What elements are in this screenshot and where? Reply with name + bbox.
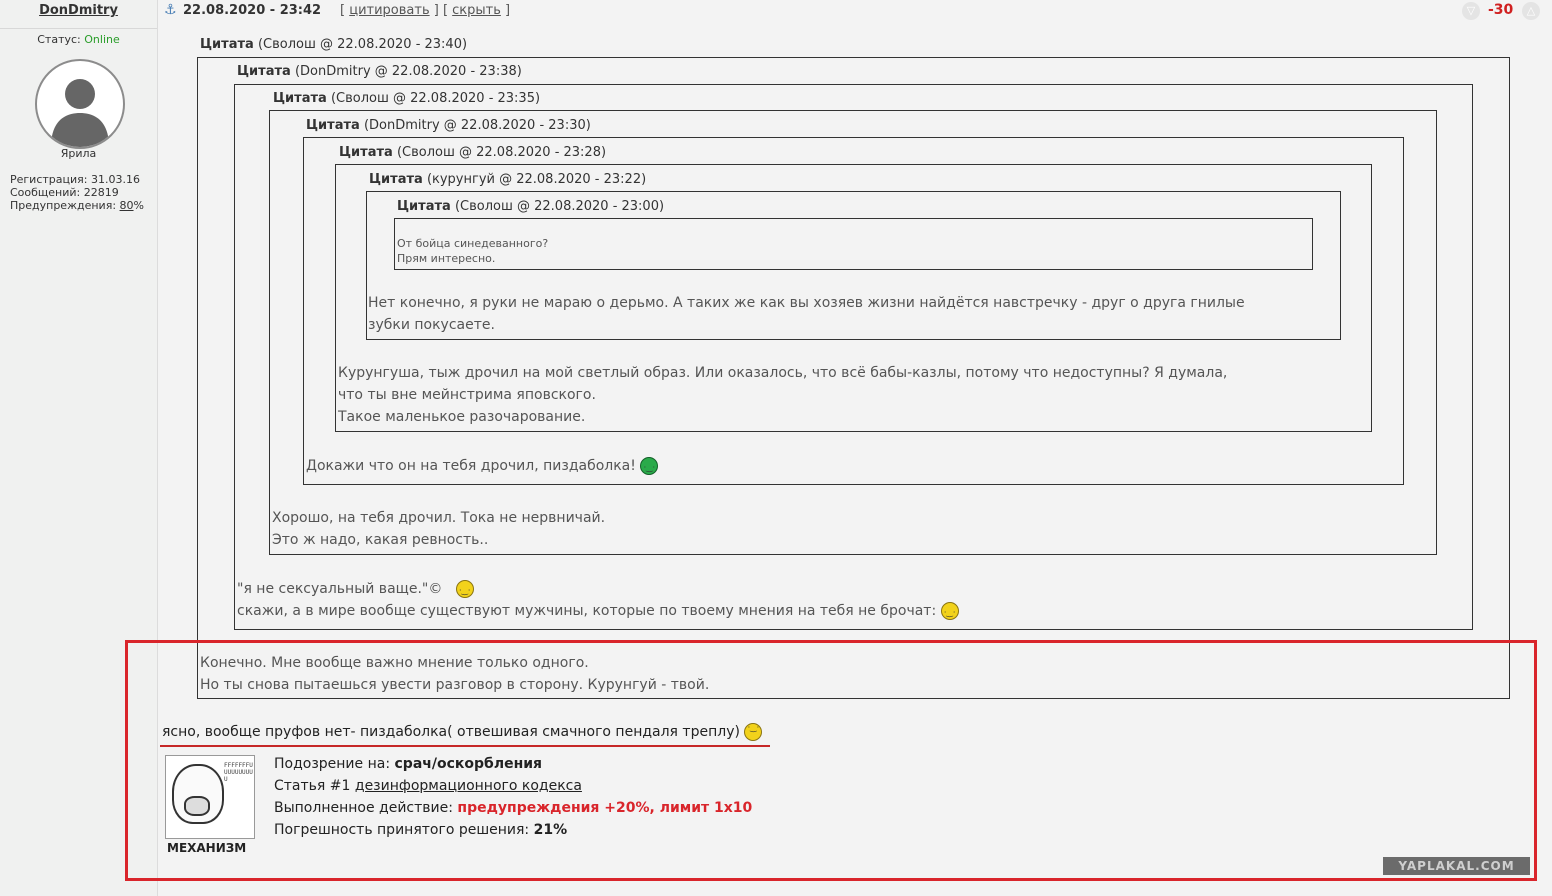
post-score: -30 xyxy=(1488,2,1514,18)
quote-title: Цитата (DonDmitry @ 22.08.2020 - 23:30) xyxy=(306,118,591,133)
quote-text: Докажи что он на тебя дрочил, пиздаболка… xyxy=(306,455,659,479)
site-watermark: YAPLAKAL.COM xyxy=(1383,857,1530,875)
smiley-icon xyxy=(455,580,474,602)
action-value: предупреждения +20%, лимит 1x10 xyxy=(457,800,753,816)
post-header: ⚓ 22.08.2020 - 23:42 [ цитировать ] [ ск… xyxy=(158,0,1552,28)
error-value: 21% xyxy=(533,822,568,838)
mechanism-info: Подозрение на: срач/оскорбления Статья #… xyxy=(274,756,753,838)
status-value: Online xyxy=(84,33,120,46)
username-link[interactable]: DonDmitry xyxy=(0,3,157,18)
quote-text: От бойца синедеванного? Прям интересно. xyxy=(397,237,549,265)
quote-text: Хорошо, на тебя дрочил. Тока не нервнича… xyxy=(272,510,606,548)
quote-text: Нет конечно, я руки не мараю о дерьмо. А… xyxy=(368,295,1245,333)
rage-face-icon: FFFFFFFUUUUUUUUUU xyxy=(165,755,255,839)
user-silhouette-icon xyxy=(51,79,109,147)
quote-title: Цитата (Сволош @ 22.08.2020 - 23:40) xyxy=(200,37,468,52)
quote-text: Курунгуша, тыж дрочил на мой светлый обр… xyxy=(338,365,1228,425)
quote-title: Цитата (DonDmitry @ 22.08.2020 - 23:38) xyxy=(237,64,522,79)
post-actions: [ цитировать ] [ скрыть ] xyxy=(340,3,511,18)
registration-date: Регистрация: 31.03.16 xyxy=(10,173,140,186)
sidebar-divider xyxy=(0,28,157,29)
quote-title: Цитата (Сволош @ 22.08.2020 - 23:35) xyxy=(273,91,541,106)
quote-link[interactable]: цитировать xyxy=(349,3,429,18)
smiley-icon xyxy=(744,723,763,741)
smiley-icon xyxy=(640,457,659,479)
avatar[interactable] xyxy=(35,59,125,149)
warnings-value[interactable]: 80 xyxy=(120,199,134,212)
article-link[interactable]: дезинформационного кодекса xyxy=(355,778,582,794)
vote-up-button[interactable]: △ xyxy=(1522,2,1540,20)
quote-title: Цитата (курунгуй @ 22.08.2020 - 23:22) xyxy=(369,172,647,187)
quote-text: "я не сексуальный ваще."© скажи, а в мир… xyxy=(237,578,959,624)
mechanism-label: МЕХАНИЗМ xyxy=(167,841,247,855)
quote-title: Цитата (Сволош @ 22.08.2020 - 23:00) xyxy=(397,199,665,214)
anchor-icon[interactable]: ⚓ xyxy=(164,2,177,18)
warnings: Предупреждения: 80% xyxy=(10,199,144,212)
quote-title: Цитата (Сволош @ 22.08.2020 - 23:28) xyxy=(339,145,607,160)
message-count: Сообщений: 22819 xyxy=(10,186,119,199)
vote-down-button[interactable]: ▽ xyxy=(1462,2,1480,20)
suspicion-value: срач/оскорбления xyxy=(394,756,543,772)
smiley-icon xyxy=(940,602,959,624)
post-underline xyxy=(160,745,770,747)
user-status: Статус: Online xyxy=(0,33,157,46)
hide-link[interactable]: скрыть xyxy=(452,3,501,18)
status-label: Статус: xyxy=(37,33,81,46)
post-date: 22.08.2020 - 23:42 xyxy=(183,3,322,18)
user-rank: Ярила xyxy=(60,147,97,160)
post-body-text: ясно, вообще пруфов нет- пиздаболка( отв… xyxy=(162,723,763,741)
user-stats: Регистрация: 31.03.16 Сообщений: 22819 П… xyxy=(10,173,144,212)
